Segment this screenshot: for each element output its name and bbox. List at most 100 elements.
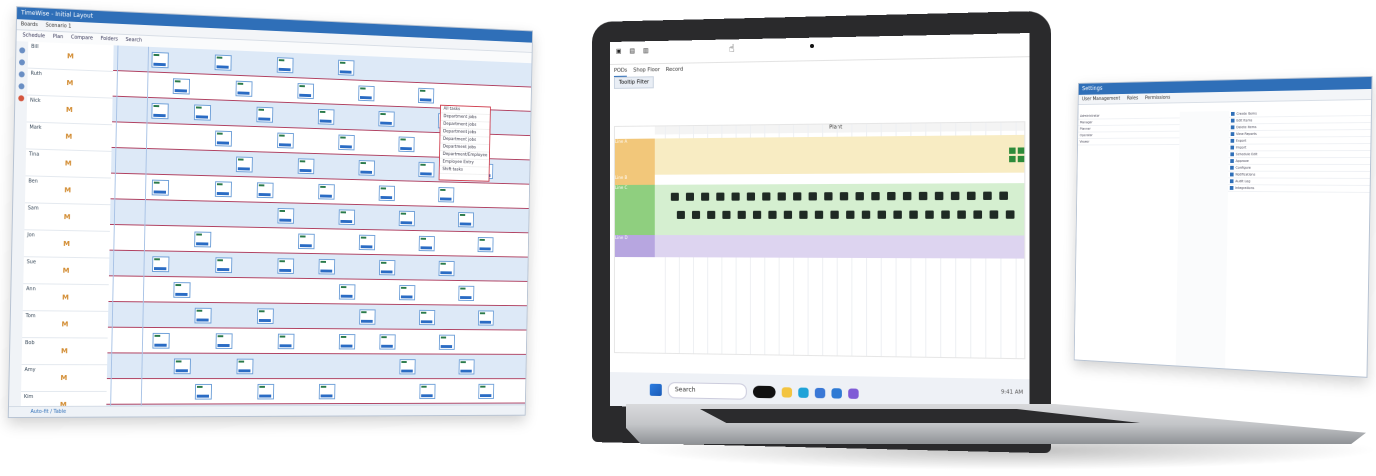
work-item[interactable] (814, 210, 824, 219)
work-item[interactable] (839, 192, 849, 201)
task-block[interactable] (378, 111, 395, 127)
work-item[interactable] (707, 210, 716, 219)
widgets-icon[interactable] (752, 385, 776, 399)
tooltip-filter-chip[interactable]: Tooltip Filter (613, 76, 655, 89)
task-block[interactable] (151, 179, 170, 196)
people-icon[interactable] (18, 71, 25, 78)
permission-checkbox-icon[interactable] (1230, 138, 1235, 143)
calendar-icon[interactable] (18, 59, 25, 66)
task-block[interactable] (317, 108, 335, 125)
permission-checkbox-icon[interactable] (1230, 165, 1234, 170)
task-block[interactable] (358, 234, 376, 251)
file-explorer-icon[interactable] (781, 387, 793, 398)
tab-record[interactable]: Record (666, 64, 683, 76)
work-item[interactable] (783, 210, 793, 219)
work-item[interactable] (999, 191, 1008, 200)
task-block[interactable] (398, 136, 415, 153)
work-item[interactable] (877, 210, 887, 219)
permission-checkbox-icon[interactable] (1230, 145, 1235, 150)
work-item[interactable] (941, 210, 950, 219)
task-block[interactable] (297, 233, 315, 250)
resource-row[interactable]: Sam M (24, 203, 111, 232)
work-item[interactable] (957, 210, 966, 219)
permission-item[interactable]: Integrations (1227, 185, 1370, 193)
permission-checkbox-icon[interactable] (1230, 159, 1234, 163)
permission-checkbox-icon[interactable] (1230, 111, 1235, 116)
task-block[interactable] (318, 383, 336, 400)
task-block[interactable] (152, 256, 170, 273)
resource-row[interactable]: Amy M (21, 365, 108, 393)
task-block[interactable] (338, 134, 355, 151)
task-block[interactable] (458, 359, 475, 375)
permission-checkbox-icon[interactable] (1230, 132, 1235, 137)
mail-icon[interactable] (831, 388, 842, 399)
task-block[interactable] (338, 334, 356, 350)
work-item[interactable] (893, 210, 902, 219)
resource-row[interactable]: Bill M (27, 41, 114, 72)
work-item[interactable] (983, 191, 992, 200)
resource-row[interactable]: Nick M (26, 95, 113, 126)
task-block[interactable] (172, 78, 191, 95)
task-block[interactable] (173, 358, 191, 375)
task-block[interactable] (214, 181, 232, 198)
task-block[interactable] (358, 160, 375, 176)
work-item[interactable] (762, 192, 771, 201)
task-block[interactable] (257, 383, 275, 400)
laptop-gantt-chart[interactable]: Plant Line A Line B Line C Line D (613, 121, 1026, 360)
work-item[interactable] (716, 192, 725, 201)
taskbar-search[interactable]: Search (667, 382, 747, 400)
status-indicator[interactable] (1017, 147, 1025, 154)
work-item[interactable] (887, 191, 896, 201)
permission-checkbox-icon[interactable] (1230, 172, 1234, 177)
filter-dropdown[interactable]: All tasks Department jobs Department jobs D… (438, 104, 491, 182)
home-icon[interactable] (19, 47, 26, 54)
task-block[interactable] (151, 51, 169, 69)
chart-icon[interactable] (18, 83, 25, 90)
resource-row[interactable]: Tina M (25, 149, 112, 179)
task-block[interactable] (277, 132, 294, 149)
task-block[interactable] (194, 307, 212, 324)
permission-checkbox-icon[interactable] (1229, 186, 1234, 190)
work-item[interactable] (799, 210, 808, 219)
work-item[interactable] (918, 191, 928, 201)
task-block[interactable] (256, 182, 274, 199)
resource-row[interactable]: Mark M (26, 122, 113, 152)
task-block[interactable] (458, 285, 475, 301)
task-block[interactable] (318, 258, 336, 275)
work-item[interactable] (950, 191, 960, 201)
work-item[interactable] (685, 192, 695, 201)
permission-checkbox-icon[interactable] (1229, 179, 1234, 184)
task-block[interactable] (457, 212, 474, 228)
work-item[interactable] (861, 210, 871, 219)
task-block[interactable] (379, 334, 396, 350)
task-block[interactable] (193, 104, 212, 121)
work-item[interactable] (989, 210, 999, 219)
resource-row[interactable]: Ben M (24, 176, 111, 206)
status-indicator[interactable] (1009, 147, 1016, 154)
work-item[interactable] (909, 210, 918, 219)
work-item[interactable] (737, 210, 746, 219)
task-block[interactable] (235, 80, 253, 97)
schedule-canvas[interactable] (105, 45, 532, 419)
edge-icon[interactable] (798, 387, 809, 398)
task-block[interactable] (214, 54, 232, 71)
task-block[interactable] (235, 156, 253, 173)
work-item[interactable] (701, 192, 710, 201)
menu-scenario[interactable]: Scenario 1 (45, 20, 72, 31)
task-block[interactable] (399, 359, 416, 375)
photos-icon[interactable] (848, 388, 859, 399)
toolbar-plan[interactable]: Plan (53, 32, 64, 43)
task-block[interactable] (338, 284, 356, 300)
work-item[interactable] (846, 210, 855, 219)
work-item[interactable] (731, 192, 740, 201)
work-item[interactable] (855, 192, 864, 201)
windows-start-icon[interactable] (649, 383, 662, 397)
work-item[interactable] (808, 192, 817, 201)
status-indicator[interactable] (1009, 155, 1016, 163)
work-item[interactable] (768, 210, 777, 219)
resource-row[interactable]: Jon M (23, 230, 110, 259)
work-item[interactable] (670, 192, 679, 201)
task-block[interactable] (318, 183, 335, 200)
tab-shop-floor[interactable]: Shop Floor (633, 64, 660, 77)
task-block[interactable] (399, 284, 416, 301)
